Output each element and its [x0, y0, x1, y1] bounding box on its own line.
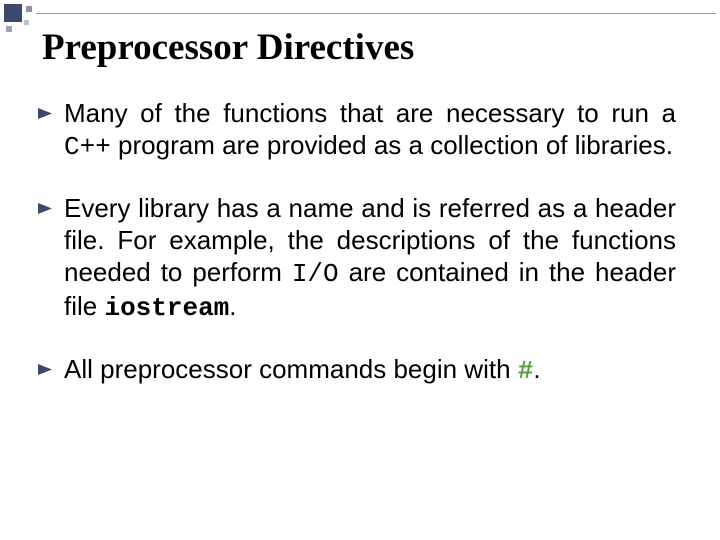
bullet-text: All preprocessor commands begin with — [64, 354, 518, 384]
bullet-arrow-icon — [38, 108, 52, 119]
bullet-text: . — [229, 291, 236, 321]
code-iostream: iostream — [104, 293, 229, 323]
code-cpp: C++ — [64, 132, 111, 162]
bullet-item: All preprocessor commands begin with #. — [56, 354, 676, 388]
slide: Preprocessor Directives Many of the func… — [0, 0, 720, 540]
bullet-item: Every library has a name and is referred… — [56, 193, 676, 324]
bullet-text: program are provided as a collection of … — [111, 130, 673, 160]
bullet-arrow-icon — [38, 203, 52, 214]
code-hash: # — [518, 356, 534, 386]
bullet-text: . — [533, 354, 540, 384]
slide-body: Many of the functions that are necessary… — [56, 98, 676, 418]
bullet-text: Many of the functions that are necessary… — [64, 98, 676, 128]
bullet-item: Many of the functions that are necessary… — [56, 98, 676, 163]
code-io: I/O — [292, 259, 339, 289]
slide-title: Preprocessor Directives — [42, 26, 414, 69]
bullet-arrow-icon — [38, 364, 52, 375]
